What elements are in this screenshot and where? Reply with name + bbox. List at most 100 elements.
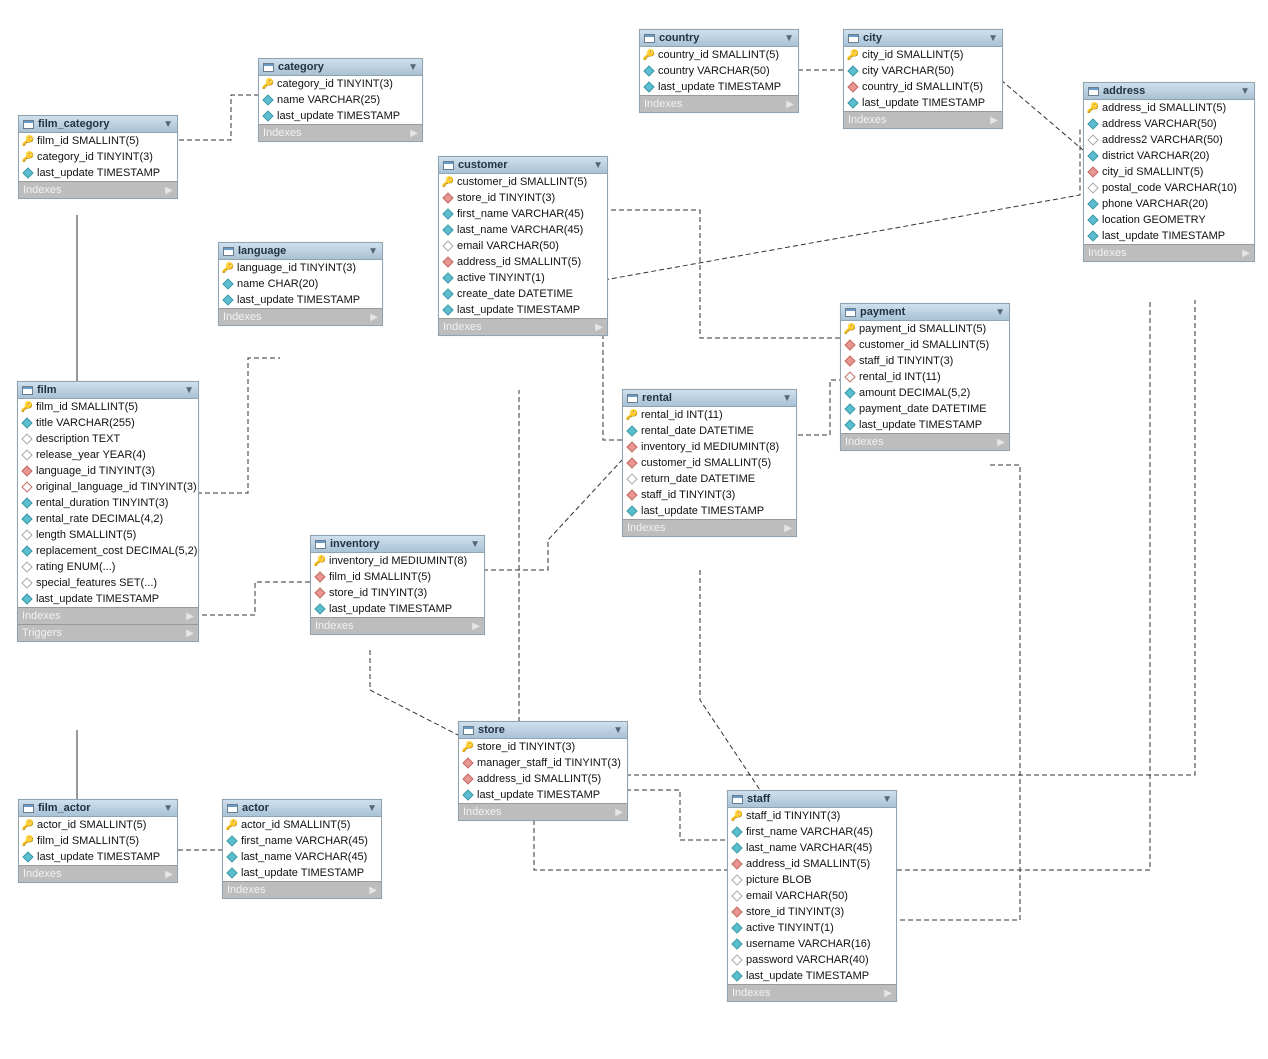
section-indexes[interactable]: Indexes▶ (219, 308, 382, 325)
column-row[interactable]: location GEOMETRY (1084, 212, 1254, 228)
column-row[interactable]: last_update TIMESTAMP (640, 79, 798, 95)
collapse-icon[interactable]: ▼ (470, 539, 480, 550)
section-indexes[interactable]: Indexes▶ (19, 865, 177, 882)
column-row[interactable]: staff_id TINYINT(3) (623, 487, 796, 503)
column-row[interactable]: language_id TINYINT(3) (18, 463, 198, 479)
column-row[interactable]: store_id TINYINT(3) (311, 585, 484, 601)
entity-staff[interactable]: staff▼🔑staff_id TINYINT(3)first_name VAR… (727, 790, 897, 1002)
column-row[interactable]: last_update TIMESTAMP (259, 108, 422, 124)
column-row[interactable]: store_id TINYINT(3) (728, 904, 896, 920)
column-row[interactable]: active TINYINT(1) (728, 920, 896, 936)
column-row[interactable]: 🔑film_id SMALLINT(5) (19, 833, 177, 849)
expand-icon[interactable]: ▶ (595, 322, 603, 333)
column-row[interactable]: rental_rate DECIMAL(4,2) (18, 511, 198, 527)
entity-header[interactable]: country▼ (640, 30, 798, 47)
column-row[interactable]: first_name VARCHAR(45) (728, 824, 896, 840)
column-row[interactable]: customer_id SMALLINT(5) (841, 337, 1009, 353)
column-row[interactable]: active TINYINT(1) (439, 270, 607, 286)
expand-icon[interactable]: ▶ (884, 988, 892, 999)
section-indexes[interactable]: Indexes▶ (259, 124, 422, 141)
column-row[interactable]: last_update TIMESTAMP (439, 302, 607, 318)
section-indexes[interactable]: Indexes▶ (623, 519, 796, 536)
expand-icon[interactable]: ▶ (1242, 248, 1250, 259)
collapse-icon[interactable]: ▼ (988, 33, 998, 44)
column-row[interactable]: title VARCHAR(255) (18, 415, 198, 431)
entity-inventory[interactable]: inventory▼🔑inventory_id MEDIUMINT(8)film… (310, 535, 485, 635)
column-row[interactable]: original_language_id TINYINT(3) (18, 479, 198, 495)
entity-header[interactable]: film_category▼ (19, 116, 177, 133)
column-row[interactable]: last_update TIMESTAMP (19, 849, 177, 865)
entity-city[interactable]: city▼🔑city_id SMALLINT(5)city VARCHAR(50… (843, 29, 1003, 129)
expand-icon[interactable]: ▶ (997, 437, 1005, 448)
column-row[interactable]: release_year YEAR(4) (18, 447, 198, 463)
column-row[interactable]: 🔑city_id SMALLINT(5) (844, 47, 1002, 63)
collapse-icon[interactable]: ▼ (613, 725, 623, 736)
column-row[interactable]: 🔑film_id SMALLINT(5) (19, 133, 177, 149)
column-row[interactable]: 🔑payment_id SMALLINT(5) (841, 321, 1009, 337)
column-row[interactable]: city_id SMALLINT(5) (1084, 164, 1254, 180)
entity-header[interactable]: film_actor▼ (19, 800, 177, 817)
column-row[interactable]: last_name VARCHAR(45) (728, 840, 896, 856)
section-indexes[interactable]: Indexes▶ (19, 181, 177, 198)
collapse-icon[interactable]: ▼ (408, 62, 418, 73)
column-row[interactable]: postal_code VARCHAR(10) (1084, 180, 1254, 196)
entity-header[interactable]: payment▼ (841, 304, 1009, 321)
column-row[interactable]: last_update TIMESTAMP (223, 865, 381, 881)
column-row[interactable]: country VARCHAR(50) (640, 63, 798, 79)
column-row[interactable]: replacement_cost DECIMAL(5,2) (18, 543, 198, 559)
entity-header[interactable]: customer▼ (439, 157, 607, 174)
section-indexes[interactable]: Indexes▶ (223, 881, 381, 898)
column-row[interactable]: 🔑language_id TINYINT(3) (219, 260, 382, 276)
expand-icon[interactable]: ▶ (165, 185, 173, 196)
column-row[interactable]: country_id SMALLINT(5) (844, 79, 1002, 95)
column-row[interactable]: name CHAR(20) (219, 276, 382, 292)
entity-header[interactable]: language▼ (219, 243, 382, 260)
entity-country[interactable]: country▼🔑country_id SMALLINT(5)country V… (639, 29, 799, 113)
column-row[interactable]: address_id SMALLINT(5) (728, 856, 896, 872)
entity-film_category[interactable]: film_category▼🔑film_id SMALLINT(5)🔑categ… (18, 115, 178, 199)
section-indexes[interactable]: Indexes▶ (728, 984, 896, 1001)
entity-header[interactable]: store▼ (459, 722, 627, 739)
column-row[interactable]: last_name VARCHAR(45) (439, 222, 607, 238)
column-row[interactable]: city VARCHAR(50) (844, 63, 1002, 79)
column-row[interactable]: 🔑country_id SMALLINT(5) (640, 47, 798, 63)
expand-icon[interactable]: ▶ (165, 869, 173, 880)
column-row[interactable]: last_update TIMESTAMP (459, 787, 627, 803)
entity-payment[interactable]: payment▼🔑payment_id SMALLINT(5)customer_… (840, 303, 1010, 451)
column-row[interactable]: store_id TINYINT(3) (439, 190, 607, 206)
collapse-icon[interactable]: ▼ (995, 307, 1005, 318)
column-row[interactable]: rental_date DATETIME (623, 423, 796, 439)
expand-icon[interactable]: ▶ (410, 128, 418, 139)
column-row[interactable]: last_update TIMESTAMP (19, 165, 177, 181)
column-row[interactable]: district VARCHAR(20) (1084, 148, 1254, 164)
column-row[interactable]: email VARCHAR(50) (439, 238, 607, 254)
entity-header[interactable]: rental▼ (623, 390, 796, 407)
column-row[interactable]: picture BLOB (728, 872, 896, 888)
collapse-icon[interactable]: ▼ (163, 119, 173, 130)
section-indexes[interactable]: Indexes▶ (439, 318, 607, 335)
entity-header[interactable]: address▼ (1084, 83, 1254, 100)
collapse-icon[interactable]: ▼ (593, 160, 603, 171)
entity-header[interactable]: city▼ (844, 30, 1002, 47)
column-row[interactable]: create_date DATETIME (439, 286, 607, 302)
column-row[interactable]: 🔑category_id TINYINT(3) (259, 76, 422, 92)
column-row[interactable]: special_features SET(...) (18, 575, 198, 591)
expand-icon[interactable]: ▶ (786, 99, 794, 110)
entity-category[interactable]: category▼🔑category_id TINYINT(3)name VAR… (258, 58, 423, 142)
entity-actor[interactable]: actor▼🔑actor_id SMALLINT(5)first_name VA… (222, 799, 382, 899)
column-row[interactable]: amount DECIMAL(5,2) (841, 385, 1009, 401)
collapse-icon[interactable]: ▼ (184, 385, 194, 396)
entity-address[interactable]: address▼🔑address_id SMALLINT(5)address V… (1083, 82, 1255, 262)
column-row[interactable]: address_id SMALLINT(5) (459, 771, 627, 787)
section-indexes[interactable]: Indexes▶ (459, 803, 627, 820)
column-row[interactable]: rental_duration TINYINT(3) (18, 495, 198, 511)
column-row[interactable]: length SMALLINT(5) (18, 527, 198, 543)
column-row[interactable]: password VARCHAR(40) (728, 952, 896, 968)
column-row[interactable]: name VARCHAR(25) (259, 92, 422, 108)
column-row[interactable]: 🔑staff_id TINYINT(3) (728, 808, 896, 824)
entity-header[interactable]: staff▼ (728, 791, 896, 808)
column-row[interactable]: email VARCHAR(50) (728, 888, 896, 904)
column-row[interactable]: 🔑category_id TINYINT(3) (19, 149, 177, 165)
expand-icon[interactable]: ▶ (784, 523, 792, 534)
entity-film[interactable]: film▼🔑film_id SMALLINT(5)title VARCHAR(2… (17, 381, 199, 642)
